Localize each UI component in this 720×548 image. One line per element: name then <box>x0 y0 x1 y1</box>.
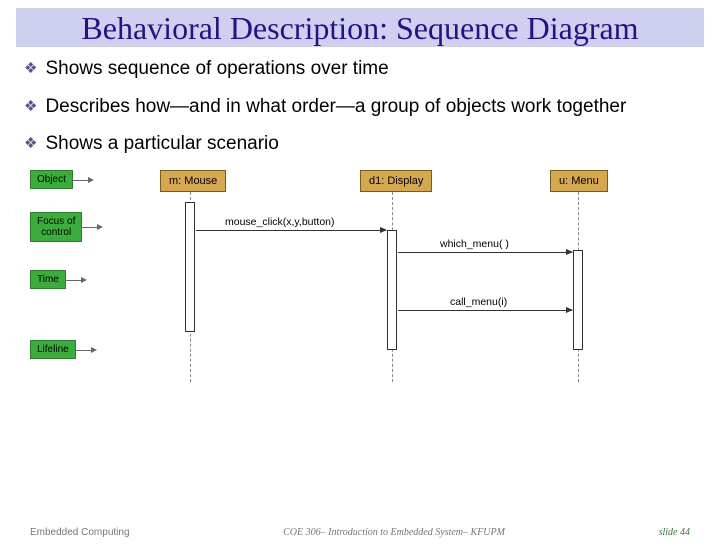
object-display: d1: Display <box>360 170 432 192</box>
title-band: Behavioral Description: Sequence Diagram <box>16 8 704 47</box>
legend-object: Object <box>30 170 73 189</box>
msg-call-menu-arrow <box>398 310 572 311</box>
bullet-list: ❖Shows sequence of operations over time … <box>24 57 696 156</box>
activation-display <box>387 230 397 350</box>
bullet-text: Describes how—and in what order—a group … <box>45 95 626 119</box>
legend-lifeline: Lifeline <box>30 340 76 359</box>
sequence-diagram: Object Focus of control Time Lifeline m:… <box>30 170 690 390</box>
object-menu: u: Menu <box>550 170 608 192</box>
msg-which-menu: which_menu( ) <box>440 238 509 250</box>
footer-left: Embedded Computing <box>30 527 130 538</box>
object-mouse: m: Mouse <box>160 170 226 192</box>
list-item: ❖ Shows sequence of operations over time <box>24 57 696 81</box>
msg-mouse-click-arrow <box>196 230 386 231</box>
diamond-icon: ❖ <box>24 60 37 79</box>
legend-time: Time <box>30 270 66 289</box>
diamond-icon: ❖ <box>24 135 37 154</box>
msg-call-menu: call_menu(i) <box>450 296 507 308</box>
legend-focus: Focus of control <box>30 212 82 242</box>
slide-title: Behavioral Description: Sequence Diagram <box>24 10 696 47</box>
footer-mid: COE 306– Introduction to Embedded System… <box>283 527 505 538</box>
list-item: ❖ Describes how—and in what order—a group… <box>24 95 696 119</box>
footer-right: slide 44 <box>659 527 690 538</box>
bullet-text: Shows sequence of operations over time <box>45 57 388 81</box>
diamond-icon: ❖ <box>24 98 37 117</box>
list-item: ❖ Shows a particular scenario <box>24 132 696 156</box>
footer: Embedded Computing COE 306– Introduction… <box>0 527 720 538</box>
msg-which-menu-arrow <box>398 252 572 253</box>
bullet-text: Shows a particular scenario <box>45 132 278 156</box>
activation-menu <box>573 250 583 350</box>
activation-mouse <box>185 202 195 332</box>
msg-mouse-click: mouse_click(x,y,button) <box>225 216 335 228</box>
